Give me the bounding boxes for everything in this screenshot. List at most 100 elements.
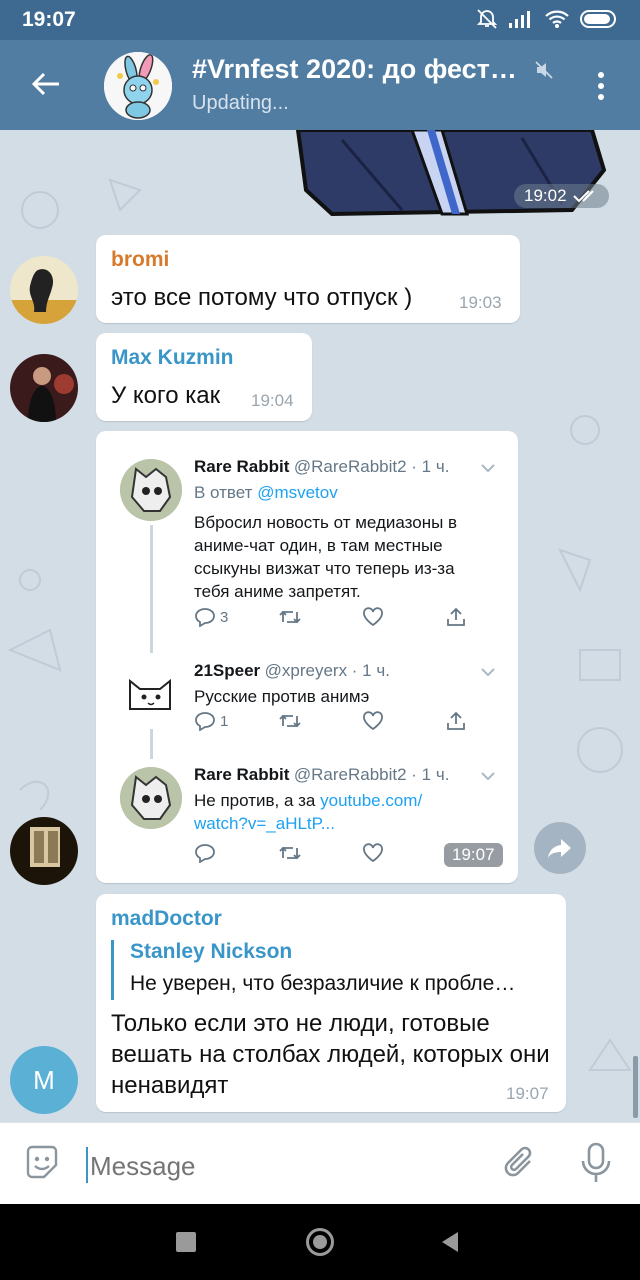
skull-avatar-icon bbox=[120, 767, 182, 829]
comment-icon bbox=[195, 844, 215, 863]
arrow-left-icon bbox=[31, 72, 59, 96]
sticker-message[interactable]: 19:02 bbox=[292, 130, 609, 217]
image-message[interactable]: Rare Rabbit @RareRabbit2 · 1 ч. В ответ … bbox=[96, 431, 518, 883]
skull-avatar-icon bbox=[120, 459, 182, 521]
sender-name[interactable]: Max Kuzmin bbox=[111, 346, 234, 370]
paperclip-icon bbox=[504, 1146, 532, 1177]
double-check-icon bbox=[572, 190, 594, 203]
nav-back-button[interactable] bbox=[440, 1230, 460, 1259]
message-time: 19:07 bbox=[506, 1084, 549, 1103]
reply-snippet: Не уверен, что безразличие к пробле… bbox=[130, 972, 516, 995]
chat-header: #Vrnfest 2020: до фест… Updating... bbox=[0, 40, 640, 130]
home-button[interactable] bbox=[306, 1228, 334, 1256]
reply-quote[interactable]: Stanley Nickson Не уверен, что безразлич… bbox=[111, 940, 554, 1000]
reply-action bbox=[194, 843, 278, 863]
share-upload-icon bbox=[447, 711, 465, 730]
retweet-action bbox=[278, 843, 362, 863]
avatar-image bbox=[10, 817, 78, 885]
emoji-button[interactable] bbox=[22, 1143, 66, 1187]
tweet-text: Русские против анимэ bbox=[194, 687, 370, 706]
wifi-icon bbox=[545, 10, 569, 28]
message-text: У кого как bbox=[111, 382, 221, 409]
tweet-link: watch?v=_aHLtP... bbox=[194, 814, 335, 833]
share-arrow-icon bbox=[548, 839, 571, 858]
share-action bbox=[446, 711, 512, 731]
share-action bbox=[446, 607, 512, 627]
tweet-actions: 3 bbox=[194, 607, 512, 627]
dot-icon bbox=[598, 94, 604, 100]
attach-button[interactable] bbox=[500, 1143, 544, 1187]
tweet-text: Не против, а за youtube.com/ watch?v=_aH… bbox=[194, 789, 494, 835]
reply-handle: @msvetov bbox=[257, 483, 338, 502]
like-action bbox=[362, 843, 446, 863]
more-menu-button[interactable] bbox=[586, 64, 616, 108]
message-text: Только если это не люди, готовые вешать … bbox=[111, 1010, 550, 1099]
chat-status: Updating... bbox=[192, 92, 289, 114]
retweet-icon bbox=[279, 610, 301, 624]
like-action bbox=[362, 711, 446, 731]
tweet-author: Rare Rabbit bbox=[194, 765, 290, 784]
status-icons bbox=[476, 8, 620, 30]
avatar-bromi[interactable] bbox=[10, 256, 78, 324]
message-bubble[interactable]: Max Kuzmin У кого как 19:04 bbox=[96, 333, 312, 421]
heart-icon bbox=[363, 711, 383, 731]
tweet-avatar bbox=[120, 663, 182, 725]
chevron-down-icon bbox=[481, 464, 495, 473]
tweet-header: 21Speer @xpreyerx · 1 ч. bbox=[194, 661, 390, 681]
retweet-icon bbox=[279, 714, 301, 728]
tweet-handle: @RareRabbit2 · 1 ч. bbox=[293, 765, 450, 784]
tweet-author: Rare Rabbit bbox=[194, 457, 290, 476]
message-bubble[interactable]: madDoctor Stanley Nickson Не уверен, что… bbox=[96, 894, 566, 1112]
chevron-down-icon bbox=[481, 668, 495, 677]
scrollbar[interactable] bbox=[633, 1056, 638, 1118]
message-bubble[interactable]: bromi это все потому что отпуск ) 19:03 bbox=[96, 235, 520, 323]
avatar-letter: M bbox=[33, 1064, 55, 1095]
message-time: 19:03 bbox=[459, 293, 502, 312]
microphone-icon bbox=[581, 1142, 611, 1182]
avatar-max-kuzmin[interactable] bbox=[10, 354, 78, 422]
like-action bbox=[362, 607, 446, 627]
muted-speaker-icon bbox=[535, 61, 553, 79]
forward-button[interactable] bbox=[534, 822, 586, 874]
tweet-handle: @xpreyerx · 1 ч. bbox=[264, 661, 390, 680]
tweet-actions bbox=[194, 843, 446, 863]
sender-name[interactable]: madDoctor bbox=[111, 907, 222, 931]
chat-title[interactable]: #Vrnfest 2020: до фест… bbox=[192, 54, 517, 85]
sticker-smile-icon bbox=[26, 1145, 58, 1179]
share-upload-icon bbox=[447, 607, 465, 626]
tweet-screenshot: Rare Rabbit @RareRabbit2 · 1 ч. В ответ … bbox=[102, 437, 512, 877]
message-list[interactable]: 19:02 bromi это все потому что отпуск ) … bbox=[0, 130, 640, 1122]
bunny-mascot-icon bbox=[104, 52, 172, 120]
dot-icon bbox=[598, 83, 604, 89]
thread-line bbox=[150, 729, 153, 759]
system-nav-bar bbox=[0, 1204, 640, 1280]
back-button[interactable] bbox=[24, 62, 68, 106]
tweet-text: Вбросил новость от медиазоны в аниме-чат… bbox=[194, 513, 458, 601]
tweet-link: youtube.com/ bbox=[320, 791, 423, 810]
sticker-time: 19:02 bbox=[524, 186, 567, 205]
voice-button[interactable] bbox=[576, 1141, 620, 1187]
tweet-avatar bbox=[120, 459, 182, 521]
avatar-sender-photo[interactable] bbox=[10, 817, 78, 885]
reply-action: 1 bbox=[194, 711, 278, 731]
tweet-text-prefix: Не против, а за bbox=[194, 791, 321, 810]
message-input[interactable] bbox=[88, 1143, 472, 1189]
recent-apps-button[interactable] bbox=[176, 1232, 196, 1252]
tweet-author: 21Speer bbox=[194, 661, 261, 680]
tweet-handle: @RareRabbit2 · 1 ч. bbox=[293, 457, 450, 476]
tweet-actions: 1 bbox=[194, 711, 512, 731]
signal-icon bbox=[509, 11, 530, 28]
dot-icon bbox=[598, 72, 604, 78]
avatar-maddoctor[interactable]: M bbox=[10, 1046, 78, 1114]
avatar-image bbox=[10, 256, 78, 324]
tweet-header: Rare Rabbit @RareRabbit2 · 1 ч. bbox=[194, 765, 449, 785]
image-time-badge: 19:07 bbox=[444, 843, 503, 867]
message-time: 19:04 bbox=[251, 391, 294, 410]
reply-count: 1 bbox=[220, 712, 229, 730]
retweet-action bbox=[278, 607, 362, 627]
status-bar: 19:07 bbox=[0, 0, 640, 40]
reply-count: 3 bbox=[220, 608, 229, 626]
chat-avatar[interactable] bbox=[104, 52, 172, 120]
cat-avatar-icon bbox=[129, 678, 171, 710]
sender-name[interactable]: bromi bbox=[111, 248, 169, 272]
